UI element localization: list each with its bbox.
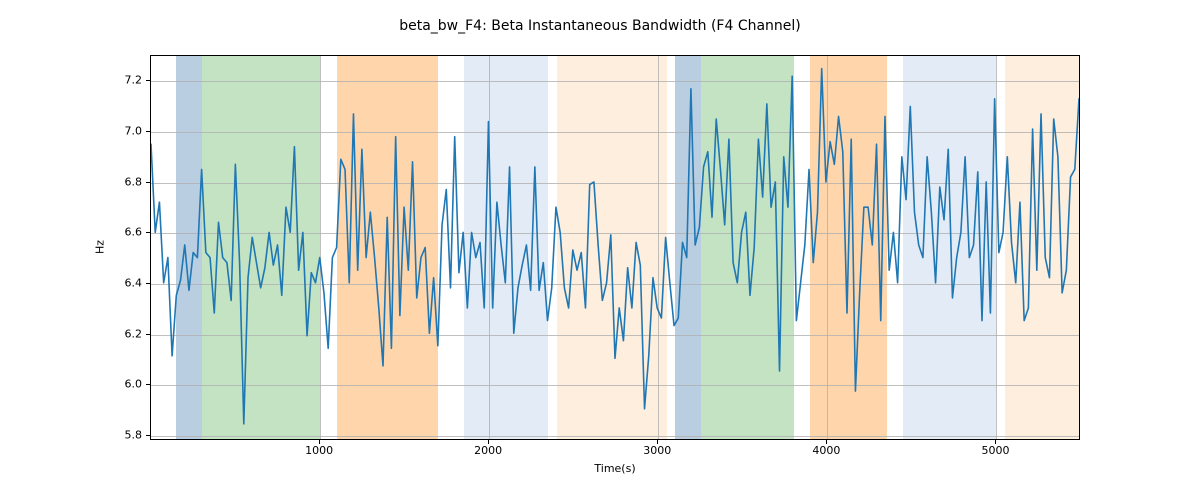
y-tick-label: 7.0	[102, 124, 142, 137]
y-tick-label: 6.4	[102, 276, 142, 289]
x-tick-label: 3000	[643, 444, 671, 457]
x-tick-label: 4000	[812, 444, 840, 457]
y-tick-label: 6.6	[102, 226, 142, 239]
x-tick-label: 5000	[981, 444, 1009, 457]
line-polyline	[151, 69, 1079, 424]
x-tick-label: 1000	[305, 444, 333, 457]
x-tick-label: 2000	[474, 444, 502, 457]
y-tick-label: 6.0	[102, 378, 142, 391]
x-tick-mark	[995, 440, 996, 444]
line-series	[151, 56, 1079, 439]
y-tick-label: 5.8	[102, 428, 142, 441]
y-axis-label: Hz	[94, 240, 107, 254]
chart-title: beta_bw_F4: Beta Instantaneous Bandwidth…	[0, 18, 1200, 34]
x-tick-mark	[826, 440, 827, 444]
x-tick-mark	[488, 440, 489, 444]
x-tick-mark	[657, 440, 658, 444]
figure: beta_bw_F4: Beta Instantaneous Bandwidth…	[0, 0, 1200, 500]
y-tick-label: 7.2	[102, 74, 142, 87]
y-tick-label: 6.2	[102, 327, 142, 340]
y-tick-label: 6.8	[102, 175, 142, 188]
x-axis-label: Time(s)	[594, 462, 635, 475]
plot-area	[150, 55, 1080, 440]
x-tick-mark	[319, 440, 320, 444]
